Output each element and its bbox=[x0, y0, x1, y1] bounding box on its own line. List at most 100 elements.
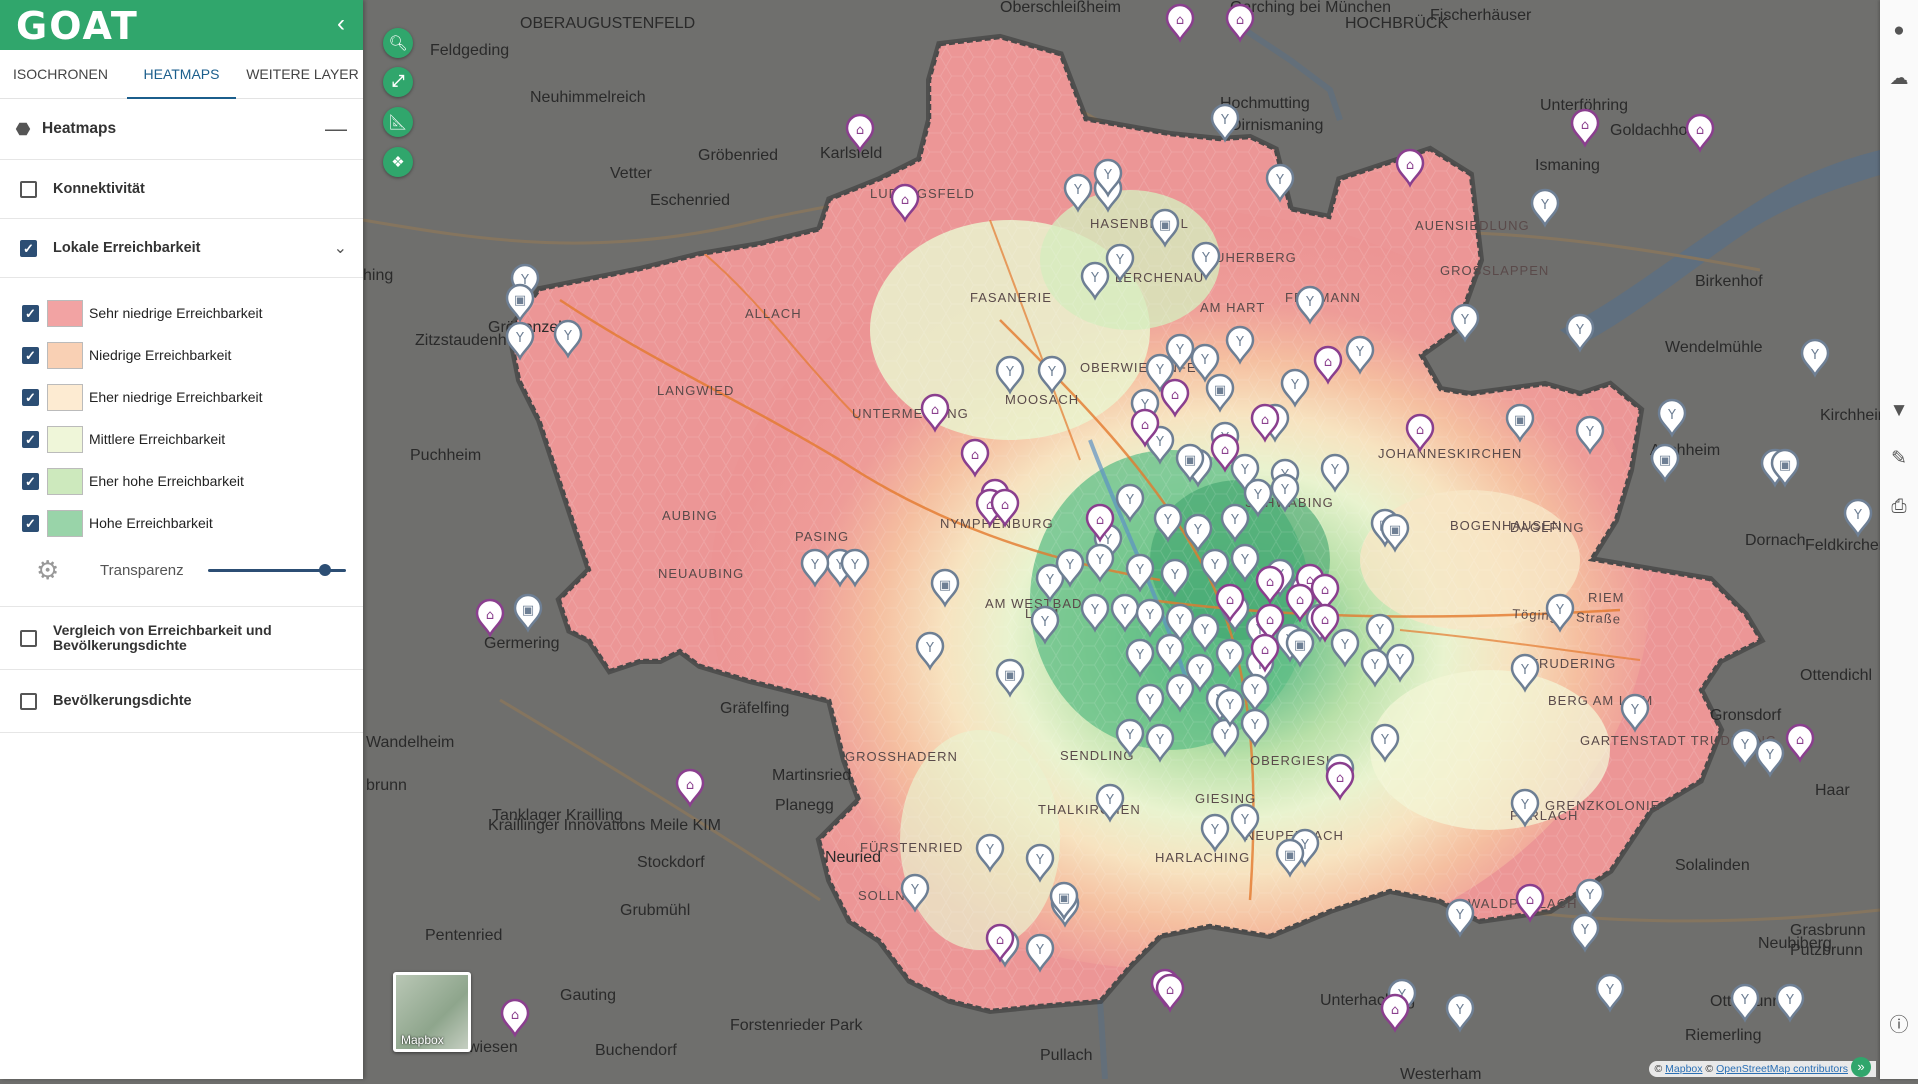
svg-text:⌂: ⌂ bbox=[1416, 423, 1424, 438]
legend-swatch bbox=[47, 509, 83, 537]
layers-tool-button[interactable]: ❖ bbox=[383, 147, 413, 177]
svg-text:⌂: ⌂ bbox=[1176, 13, 1184, 28]
svg-text:▣: ▣ bbox=[1159, 218, 1171, 233]
basemap-switcher[interactable]: Mapbox bbox=[393, 972, 471, 1052]
layer-lokale-erreichbarkeit[interactable]: Lokale Erreichbarkeit ⌄ bbox=[0, 219, 363, 278]
svg-text:Y: Y bbox=[1853, 508, 1862, 523]
fullscreen-exit-button[interactable]: ⤢ bbox=[383, 67, 413, 97]
svg-text:Y: Y bbox=[1200, 623, 1209, 638]
measure-button[interactable]: 📐︎ bbox=[383, 107, 413, 137]
mapbox-link[interactable]: Mapbox bbox=[1665, 1063, 1702, 1075]
svg-text:Y: Y bbox=[1165, 643, 1174, 658]
place-label: Riemerling bbox=[1685, 1027, 1761, 1044]
layer-konnektivitaet[interactable]: Konnektivität bbox=[0, 160, 363, 219]
vergleich-checkbox[interactable] bbox=[20, 629, 37, 647]
place-label: Gräfelfing bbox=[720, 700, 789, 717]
transparency-slider[interactable] bbox=[208, 563, 346, 576]
district-label: SOLLN bbox=[858, 888, 906, 903]
svg-text:⌂: ⌂ bbox=[1321, 613, 1329, 628]
place-label: Wendelmühle bbox=[1665, 339, 1763, 356]
svg-text:Y: Y bbox=[1280, 483, 1289, 498]
search-button[interactable]: 🔍︎ bbox=[383, 28, 413, 58]
legend-row[interactable]: Niedrige Erreichbarkeit bbox=[22, 334, 363, 376]
legend-checkbox[interactable] bbox=[22, 304, 39, 322]
legend-label: Hohe Erreichbarkeit bbox=[89, 515, 213, 531]
svg-text:▣: ▣ bbox=[1058, 891, 1070, 906]
osm-link[interactable]: OpenStreetMap contributors bbox=[1716, 1063, 1848, 1075]
layer-bevoelkerungsdichte[interactable]: Bevölkerungsdichte bbox=[0, 670, 363, 733]
legend-row[interactable]: Eher niedrige Erreichbarkeit bbox=[22, 376, 363, 418]
collapse-section-icon[interactable]: — bbox=[325, 116, 347, 142]
chevron-left-icon[interactable]: ‹ bbox=[337, 12, 345, 36]
cloud-icon[interactable]: ☁ bbox=[1888, 68, 1910, 90]
place-label: Buchendorf bbox=[595, 1042, 677, 1059]
svg-text:⌂: ⌂ bbox=[996, 933, 1004, 948]
app-logo: GOAT bbox=[16, 4, 139, 48]
chevron-down-icon[interactable]: ⌄ bbox=[334, 238, 347, 258]
svg-text:▣: ▣ bbox=[514, 293, 526, 308]
lokale-erreichbarkeit-checkbox[interactable] bbox=[20, 239, 37, 257]
legend-row[interactable]: Eher hohe Erreichbarkeit bbox=[22, 460, 363, 502]
place-label: Birkenhof bbox=[1695, 273, 1763, 290]
map-attribution: © Mapbox © OpenStreetMap contributors bbox=[1649, 1061, 1876, 1077]
svg-text:Y: Y bbox=[810, 558, 819, 573]
tab-heatmaps[interactable]: HEATMAPS bbox=[121, 50, 242, 99]
svg-text:Y: Y bbox=[1240, 813, 1249, 828]
place-label: Pentenried bbox=[425, 927, 502, 944]
slider-handle[interactable] bbox=[319, 563, 332, 576]
svg-text:⌂: ⌂ bbox=[511, 1008, 519, 1023]
svg-text:Y: Y bbox=[1135, 563, 1144, 578]
svg-text:Y: Y bbox=[1370, 658, 1379, 673]
place-label: Pullach bbox=[1040, 1047, 1092, 1064]
legend-checkbox[interactable] bbox=[22, 514, 39, 532]
gear-icon[interactable]: ⚙ bbox=[36, 555, 66, 586]
svg-text:Y: Y bbox=[1193, 523, 1202, 538]
place-label: OBERAUGUSTENFELD bbox=[520, 15, 695, 32]
account-icon[interactable]: ● bbox=[1888, 20, 1910, 42]
place-label: Gröbenried bbox=[698, 147, 778, 164]
konnektivitaet-checkbox[interactable] bbox=[20, 180, 37, 198]
place-label: Goldachhof bbox=[1610, 122, 1692, 139]
svg-text:▣: ▣ bbox=[1659, 453, 1671, 468]
district-label: AM WESTBAD bbox=[985, 596, 1082, 611]
edit-icon[interactable]: ✎ bbox=[1888, 448, 1910, 470]
place-label: Forstenrieder Park bbox=[730, 1017, 863, 1034]
svg-text:▣: ▣ bbox=[1184, 453, 1196, 468]
place-label: Dornach bbox=[1745, 532, 1805, 549]
place-label: Planegg bbox=[775, 797, 834, 814]
svg-text:Y: Y bbox=[1155, 733, 1164, 748]
svg-text:Y: Y bbox=[1240, 553, 1249, 568]
place-label: Dirnismaning bbox=[1230, 117, 1323, 134]
svg-text:Y: Y bbox=[1585, 425, 1594, 440]
legend-row[interactable]: Mittlere Erreichbarkeit bbox=[22, 418, 363, 460]
place-label: Garching bei München bbox=[1230, 0, 1391, 16]
filter-icon[interactable]: ▼ bbox=[1888, 400, 1910, 422]
heatmaps-title: Heatmaps bbox=[42, 120, 117, 137]
legend-checkbox[interactable] bbox=[22, 472, 39, 490]
info-icon[interactable]: ⓘ bbox=[1888, 1015, 1910, 1037]
place-label: Eschenried bbox=[650, 192, 730, 209]
legend-checkbox[interactable] bbox=[22, 346, 39, 364]
svg-text:Y: Y bbox=[1355, 345, 1364, 360]
svg-text:⌂: ⌂ bbox=[1266, 575, 1274, 590]
svg-text:Y: Y bbox=[1103, 168, 1112, 183]
legend-row[interactable]: Hohe Erreichbarkeit bbox=[22, 502, 363, 544]
bevoelkerungsdichte-checkbox[interactable] bbox=[20, 692, 37, 710]
svg-text:⌂: ⌂ bbox=[1526, 893, 1534, 908]
svg-text:Y: Y bbox=[1175, 343, 1184, 358]
tab-isochronen[interactable]: ISOCHRONEN bbox=[0, 50, 121, 98]
legend-checkbox[interactable] bbox=[22, 388, 39, 406]
district-label: SENDLING bbox=[1060, 748, 1134, 763]
tab-weitere-layer[interactable]: WEITERE LAYER bbox=[242, 50, 363, 98]
legend-row[interactable]: Sehr niedrige Erreichbarkeit bbox=[22, 292, 363, 334]
layer-vergleich[interactable]: Vergleich von Erreichbarkeit und Bevölke… bbox=[0, 607, 363, 670]
heatmaps-section-header[interactable]: Heatmaps — bbox=[0, 99, 363, 160]
attribution-expand-button[interactable]: » bbox=[1851, 1057, 1871, 1077]
svg-text:Y: Y bbox=[1035, 943, 1044, 958]
svg-text:⌂: ⌂ bbox=[1796, 733, 1804, 748]
svg-text:⌂: ⌂ bbox=[1336, 771, 1344, 786]
heatmap-legend: Sehr niedrige Erreichbarkeit Niedrige Er… bbox=[0, 278, 363, 607]
print-icon[interactable]: ⎙ bbox=[1888, 496, 1910, 518]
legend-checkbox[interactable] bbox=[22, 430, 39, 448]
svg-text:Y: Y bbox=[1065, 558, 1074, 573]
